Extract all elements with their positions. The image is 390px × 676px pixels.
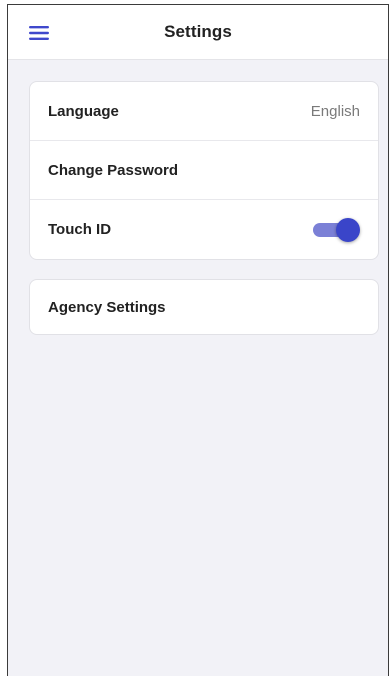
settings-card: Language English Change Password Touch I… [29, 81, 379, 260]
menu-button[interactable] [25, 20, 53, 46]
hamburger-menu-icon [29, 26, 49, 40]
agency-settings-label: Agency Settings [48, 298, 166, 316]
touch-id-toggle[interactable] [310, 217, 360, 243]
language-label: Language [48, 102, 119, 120]
touch-id-row: Touch ID [30, 200, 378, 259]
toggle-thumb [336, 217, 360, 242]
language-row[interactable]: Language English [30, 82, 378, 141]
touch-id-label: Touch ID [48, 221, 112, 238]
app-screen: Settings Language English Change Passwor… [7, 4, 389, 676]
language-value: English [310, 102, 360, 120]
agency-card: Agency Settings [29, 279, 379, 335]
change-password-row[interactable]: Change Password [30, 141, 378, 200]
top-bar: Settings [8, 5, 388, 60]
page-title: Settings [164, 22, 232, 41]
change-password-label: Change Password [48, 161, 179, 179]
agency-settings-row[interactable]: Agency Settings [30, 280, 378, 334]
